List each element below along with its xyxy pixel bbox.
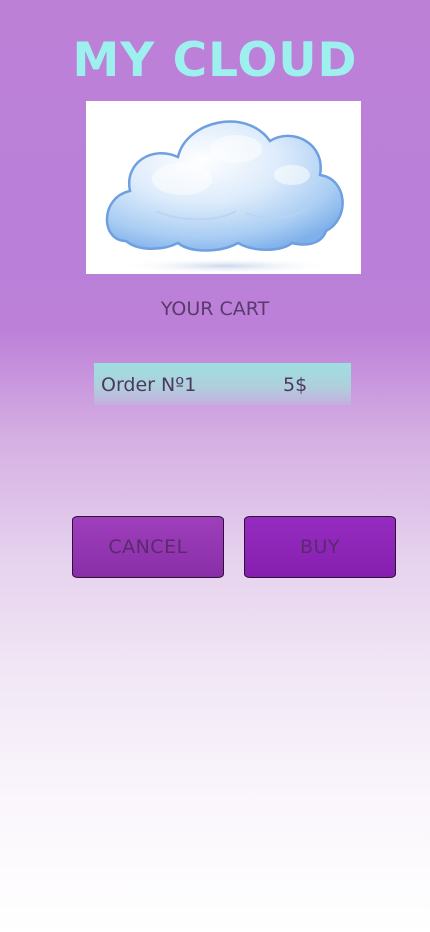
app-title: MY CLOUD [72,33,358,88]
cart-item-price: 5$ [283,374,308,396]
cart-item-name: Order Nº1 [101,374,197,396]
cloud-image [86,101,361,274]
cancel-button[interactable]: CANCEL [72,516,224,578]
cart-heading: YOUR CART [160,298,270,320]
cloud-icon [105,120,344,274]
buy-button[interactable]: BUY [244,516,396,578]
cart-item-row[interactable]: Order Nº1 5$ [94,363,351,405]
